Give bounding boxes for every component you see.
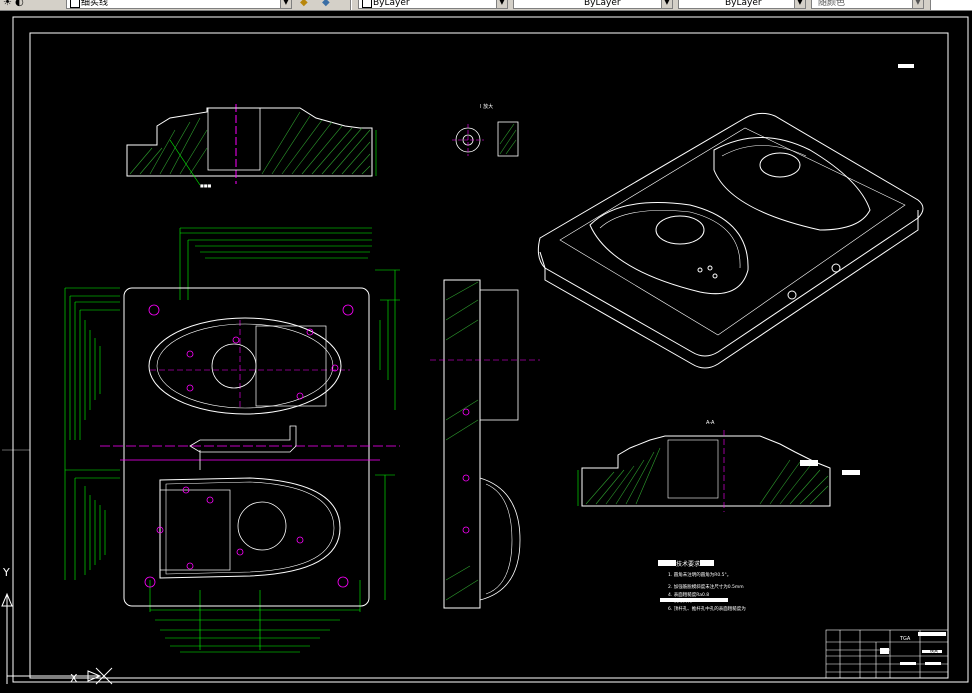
color-swatch (362, 0, 372, 8)
layer-lock-icon[interactable]: ◐ (15, 0, 24, 9)
linetype-dropdown[interactable]: ByLayer ▼ (513, 0, 673, 9)
tech-line-3: 4. 表面粗糙度Ra0.8 (668, 591, 709, 598)
svg-text:■■■: ■■■ (200, 183, 212, 188)
lineweight-dropdown-value: ByLayer (725, 0, 762, 8)
chevron-down-icon: ▼ (280, 0, 291, 8)
layer-color-swatch (70, 0, 80, 8)
layer-dropdown-value: 细实线 (81, 0, 109, 8)
top-section-view: ■■■ (126, 104, 377, 188)
chevron-down-icon: ▼ (912, 0, 923, 8)
chevron-down-icon: ▼ (794, 0, 805, 8)
chevron-down-icon: ▼ (496, 0, 507, 8)
ucs-y-label: Y (2, 566, 10, 579)
layer-previous-icon[interactable]: ◆ (322, 0, 330, 9)
chevron-down-icon: ▼ (661, 0, 672, 8)
title-block (825, 629, 949, 679)
model-space-canvas[interactable]: ■■■ I 放大 A-A 技术要求 1. 圆角未注明的圆角为R0.5°。 2. … (0, 10, 972, 693)
outer-frame (12, 16, 969, 683)
title-block-label: 模具 (930, 647, 938, 653)
tech-line-2: 2. 加强筋脱模斜度未注尺寸为0.5mm (668, 583, 744, 590)
layer-dropdown[interactable]: 细实线 ▼ (66, 0, 292, 9)
lineweight-dropdown[interactable]: ByLayer ▼ (678, 0, 806, 9)
ucs-x-label: X (70, 672, 78, 685)
inner-frame (29, 32, 949, 679)
plotstyle-dropdown[interactable]: 随颜色 ▼ (811, 0, 924, 9)
detail-label: I 放大 (480, 103, 493, 110)
title-block-code: TGA (899, 636, 911, 642)
color-dropdown[interactable]: ByLayer ▼ (358, 0, 508, 9)
scale-mark (898, 64, 914, 68)
tech-title: 技术要求 (676, 560, 700, 568)
plotstyle-dropdown-value: 随颜色 (818, 0, 846, 8)
isometric-view (537, 112, 924, 369)
toolbar-separator (350, 0, 352, 10)
toolbar-empty-field (930, 0, 972, 10)
tech-line-5: 6. 顶杆孔、推杆孔中孔的表面粗糙度为 (668, 605, 746, 612)
color-dropdown-value: ByLayer (373, 0, 410, 8)
make-current-layer-icon[interactable]: ◆ (300, 0, 308, 9)
main-plan-view (64, 227, 400, 653)
layer-state-icon[interactable]: ☀ (3, 0, 12, 9)
ucs-icon (1, 592, 113, 685)
technical-requirements: 技术要求 1. 圆角未注明的圆角为R0.5°。 2. 加强筋脱模斜度未注尺寸为0… (658, 560, 746, 612)
section-a-a-view: A-A (577, 420, 860, 512)
side-view (430, 279, 540, 609)
tech-line-1: 1. 圆角未注明的圆角为R0.5°。 (668, 571, 731, 578)
detail-view: I 放大 (452, 103, 519, 157)
section-label: A-A (706, 420, 715, 426)
linetype-dropdown-value: ByLayer (584, 0, 621, 8)
